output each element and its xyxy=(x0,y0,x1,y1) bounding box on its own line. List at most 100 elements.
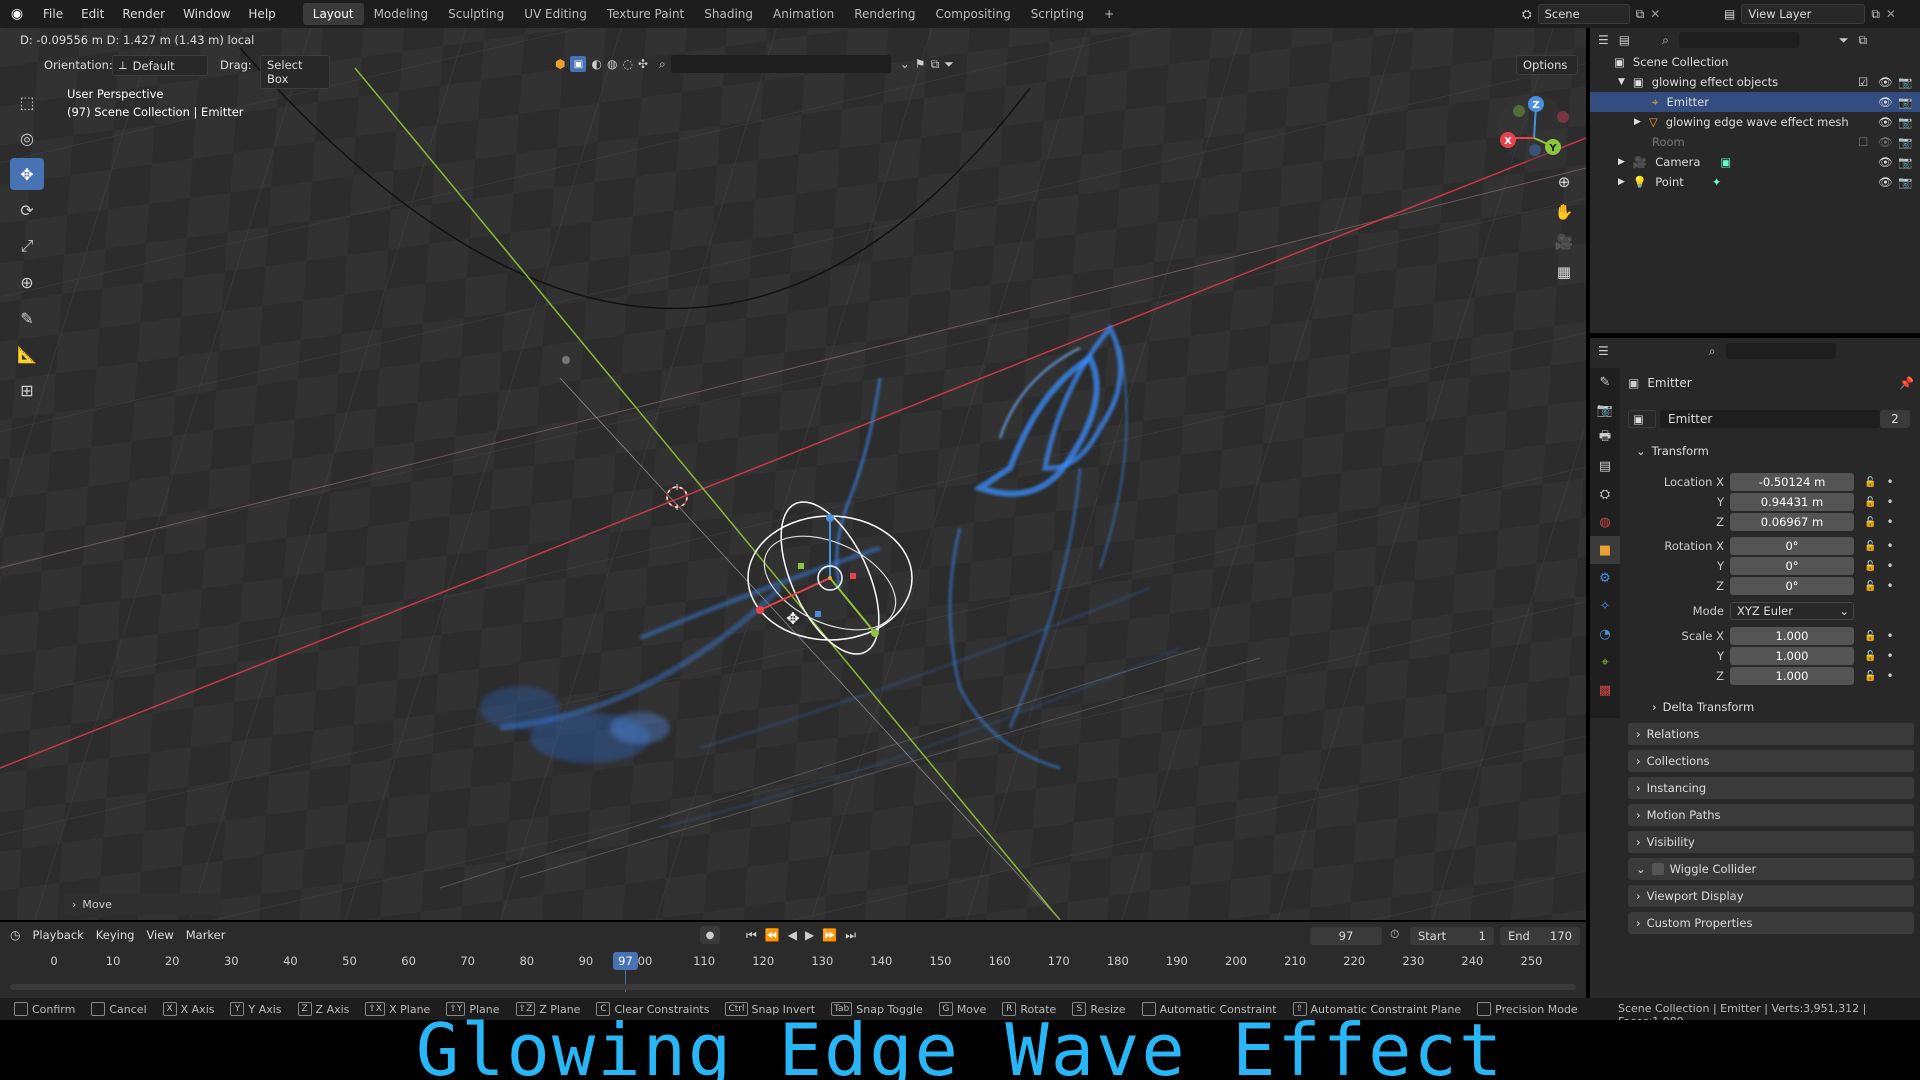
checkbox-icon[interactable] xyxy=(1651,863,1664,875)
jump-start-icon[interactable]: ⏮ xyxy=(746,928,757,943)
particles-tab-icon[interactable]: ✧ xyxy=(1590,592,1620,620)
record-icon[interactable]: ● xyxy=(700,926,720,944)
tool-tab-icon[interactable]: ✎ xyxy=(1590,368,1620,396)
play-reverse-icon[interactable]: ◀ xyxy=(788,928,797,942)
panel-visibility[interactable]: › Visibility xyxy=(1628,831,1914,853)
cursor-tool-icon[interactable]: ◎ xyxy=(10,122,44,154)
panel-motion-paths[interactable]: › Motion Paths xyxy=(1628,804,1914,826)
panel-delta-transform[interactable]: › Delta Transform xyxy=(1644,696,1914,718)
tab-scripting[interactable]: Scripting xyxy=(1021,3,1094,25)
panel-relations[interactable]: › Relations xyxy=(1628,723,1914,745)
measure-tool-icon[interactable]: 📐 xyxy=(10,338,44,370)
outliner-item[interactable]: ▶ ▽ glowing edge wave effect mesh 👁 📷 xyxy=(1590,112,1920,132)
camera-render-icon[interactable]: 📷 xyxy=(1898,175,1912,189)
panel-instancing[interactable]: › Instancing xyxy=(1628,777,1914,799)
scene-field[interactable]: Scene xyxy=(1537,4,1630,24)
properties-search-input[interactable] xyxy=(1725,343,1836,359)
tab-uv-editing[interactable]: UV Editing xyxy=(514,3,597,25)
drag-dropdown[interactable]: Select Box xyxy=(260,55,330,89)
overlay-icon[interactable]: ⬢ xyxy=(555,57,565,71)
keyframe-dot-icon[interactable]: • xyxy=(1886,669,1893,683)
view-layer-field[interactable]: View Layer xyxy=(1741,4,1866,24)
next-keyframe-icon[interactable]: ⏩ xyxy=(822,928,837,942)
display-mode-icon[interactable]: ▤ xyxy=(1619,33,1630,47)
start-frame-field[interactable]: Start 1 xyxy=(1410,927,1494,945)
scale-x-field[interactable]: 1.000 xyxy=(1730,627,1854,645)
modifier-tab-icon[interactable]: ⚙ xyxy=(1590,564,1620,592)
keyframe-dot-icon[interactable]: • xyxy=(1886,579,1893,593)
lock-icon[interactable]: 🔓 xyxy=(1864,651,1876,662)
output-tab-icon[interactable]: 🖶 xyxy=(1590,424,1620,452)
bookmark-icon[interactable]: ⚑ xyxy=(915,57,926,71)
play-icon[interactable]: ▶ xyxy=(805,928,814,942)
camera-render-icon[interactable]: 📷 xyxy=(1898,135,1912,149)
panel-collections[interactable]: › Collections xyxy=(1628,750,1914,772)
panel-viewport-display[interactable]: › Viewport Display xyxy=(1628,885,1914,907)
add-cube-tool-icon[interactable]: ⊞ xyxy=(10,374,44,406)
last-operator-panel[interactable]: › Move xyxy=(64,893,222,915)
search-icon[interactable]: ⌕ xyxy=(1662,33,1669,48)
checkbox-icon[interactable]: ☐ xyxy=(1858,135,1868,149)
prev-keyframe-icon[interactable]: ⏪ xyxy=(765,928,780,942)
current-frame-field[interactable]: 97 xyxy=(1310,927,1382,945)
new-collection-icon[interactable]: ⧉ xyxy=(1858,33,1867,48)
chevron-right-icon[interactable]: ▶ xyxy=(1618,157,1625,167)
selectability-icon[interactable]: ▣ xyxy=(570,56,587,72)
lock-icon[interactable]: 🔓 xyxy=(1864,517,1876,528)
orientation-dropdown[interactable]: ⟂ Default xyxy=(112,55,208,76)
scale-y-field[interactable]: 1.000 xyxy=(1730,647,1854,665)
options-dropdown[interactable]: Options xyxy=(1516,55,1578,75)
tab-shading[interactable]: Shading xyxy=(694,3,763,25)
camera-render-icon[interactable]: 📷 xyxy=(1898,95,1912,109)
rotation-mode-dropdown[interactable]: XYZ Euler ⌄ xyxy=(1730,602,1854,620)
stopwatch-icon[interactable]: ⏱ xyxy=(1390,927,1399,942)
keyframe-dot-icon[interactable]: • xyxy=(1886,649,1893,663)
rotation-y-field[interactable]: 0° xyxy=(1730,557,1854,575)
playhead[interactable]: 97 xyxy=(613,952,638,970)
outliner-search-input[interactable] xyxy=(1678,32,1799,48)
location-x-field[interactable]: -0.50124 m xyxy=(1730,473,1854,491)
outliner-item[interactable]: Room ☐ 👁 📷 xyxy=(1590,132,1920,152)
object-name-field[interactable]: Emitter xyxy=(1660,410,1880,428)
tab-rendering[interactable]: Rendering xyxy=(844,3,925,25)
outliner-item[interactable]: ▼ ▣ glowing effect objects ☑ 👁 📷 xyxy=(1590,72,1920,92)
shading-material-icon[interactable]: ◍ xyxy=(607,57,617,71)
timeline-scrollbar[interactable] xyxy=(10,984,1576,990)
new-scene-icon[interactable]: ⧉ xyxy=(1636,7,1645,22)
filter-icon[interactable]: ⏷ xyxy=(944,57,954,72)
camera-render-icon[interactable]: 📷 xyxy=(1898,155,1912,169)
lock-icon[interactable]: 🔓 xyxy=(1864,671,1876,682)
pan-hand-icon[interactable]: ✋ xyxy=(1550,198,1578,226)
view-menu-icon[interactable]: ⧉ xyxy=(931,57,940,72)
scale-z-field[interactable]: 1.000 xyxy=(1730,667,1854,685)
frame-ruler[interactable]: 0 10 20 30 40 50 60 70 80 90 00 110 120 130 140 150 160 1… xyxy=(0,952,1586,972)
shading-rendered-icon[interactable]: ◌ xyxy=(622,57,632,71)
editor-type-icon[interactable]: ☰ xyxy=(1598,344,1609,358)
playback-menu[interactable]: Playback xyxy=(32,928,83,942)
keyframe-dot-icon[interactable]: • xyxy=(1886,495,1893,509)
lock-icon[interactable]: 🔓 xyxy=(1864,541,1876,552)
rotation-z-field[interactable]: 0° xyxy=(1730,577,1854,595)
editor-type-icon[interactable]: ☰ xyxy=(1598,33,1609,47)
object-type-dropdown[interactable]: ▣ xyxy=(1628,410,1656,428)
panel-wiggle-collider[interactable]: ⌄ Wiggle Collider xyxy=(1628,858,1914,880)
rotate-tool-icon[interactable]: ⟳ xyxy=(10,194,44,226)
texture-tab-icon[interactable]: ▩ xyxy=(1590,676,1620,704)
keyframe-dot-icon[interactable]: • xyxy=(1886,559,1893,573)
outliner-item[interactable]: ▶ 💡 Point ✦ 👁 📷 xyxy=(1590,172,1920,192)
menu-render[interactable]: Render xyxy=(113,7,174,21)
view-layer-tab-icon[interactable]: ▤ xyxy=(1590,452,1620,480)
camera-render-icon[interactable]: 📷 xyxy=(1898,115,1912,129)
new-view-layer-icon[interactable]: ⧉ xyxy=(1871,7,1880,22)
clock-editor-icon[interactable]: ◷ xyxy=(10,928,20,942)
eye-icon[interactable]: 👁 xyxy=(1878,175,1893,189)
object-tab-icon[interactable]: ■ xyxy=(1590,536,1620,564)
scene-selector[interactable]: ⛭ Scene ⧉ ✕ xyxy=(1522,4,1660,24)
panel-custom-properties[interactable]: › Custom Properties xyxy=(1628,912,1914,934)
render-tab-icon[interactable]: 📷 xyxy=(1590,396,1620,424)
view-menu[interactable]: View xyxy=(146,928,173,942)
keying-menu[interactable]: Keying xyxy=(96,928,135,942)
search-input[interactable] xyxy=(670,55,891,73)
lock-icon[interactable]: 🔓 xyxy=(1864,581,1876,592)
eye-icon[interactable]: 👁 xyxy=(1878,75,1893,89)
